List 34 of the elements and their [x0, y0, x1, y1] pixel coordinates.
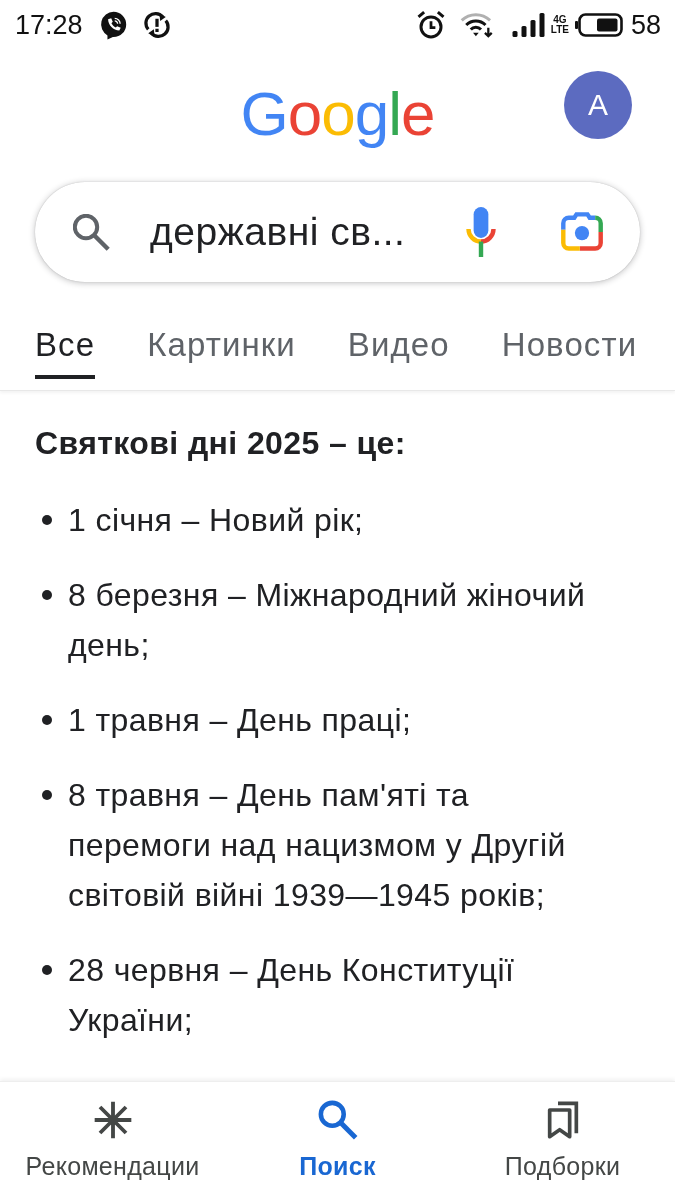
search-icon [317, 1100, 358, 1140]
avatar-button[interactable]: A [564, 71, 632, 139]
status-time: 17:28 [15, 9, 83, 41]
nav-button[interactable]: Поиск [299, 1082, 376, 1200]
answer-heading: Святкові дні 2025 – це: [35, 424, 407, 463]
sync-alert-icon [141, 10, 172, 40]
nav-button[interactable]: Рекомендации [25, 1082, 200, 1200]
wifi-icon [459, 12, 494, 38]
microphone-icon [466, 207, 496, 257]
nav-button[interactable]: Подборки [504, 1082, 621, 1200]
battery-percent: 58 [630, 9, 661, 41]
battery-icon [574, 13, 623, 37]
tab[interactable]: Картинки [147, 319, 296, 379]
bullet-icon [42, 590, 52, 600]
tab[interactable]: Все [35, 319, 96, 379]
bullet-icon [42, 965, 52, 975]
tab[interactable]: Видео [347, 319, 450, 379]
list-item-text: 1 травня – День праці; [68, 701, 412, 740]
network-type-label: 4G LTE [550, 15, 569, 35]
phone-bubble-icon [98, 10, 128, 40]
asterisk-icon [92, 1100, 133, 1140]
signal-icon [511, 13, 545, 37]
list-item-text: 8 березня – Міжнародний жіночий день; [68, 576, 587, 665]
alarm-icon [415, 10, 446, 40]
bullet-icon [42, 715, 52, 725]
search-icon [73, 213, 110, 251]
bullet-icon [42, 790, 52, 800]
tab[interactable]: Новости [501, 319, 638, 379]
list-item-text: 1 січня – Новий рік; [68, 501, 364, 540]
search-field[interactable]: державні св... [35, 182, 640, 282]
list-item-text: 8 травня – День пам'яті та перемоги над нацизмом у Другій світовій війні 1939—1945 років; [68, 776, 567, 915]
camera-icon [560, 212, 604, 252]
list-item-text: 28 червня – День Конституції України; [68, 951, 516, 1040]
bullet-icon [42, 515, 52, 525]
